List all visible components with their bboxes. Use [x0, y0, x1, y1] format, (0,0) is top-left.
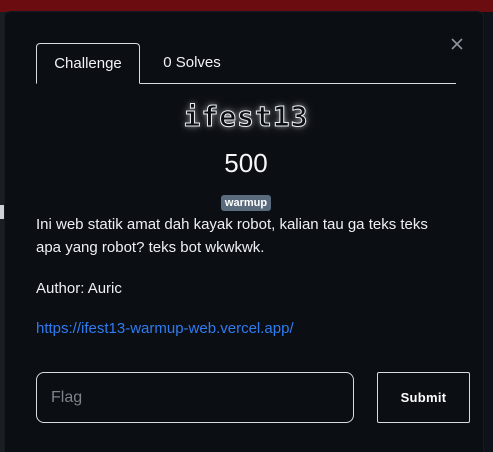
description-line: Ini web statik amat dah kayak robot, kal… [36, 216, 428, 233]
tag-container: warmup [36, 193, 456, 211]
description-line: apa yang robot? teks bot wkwkwk. [36, 239, 265, 256]
challenge-name: ifest13 [183, 100, 309, 134]
tab-solves[interactable]: 0 Solves [140, 43, 244, 82]
page: Challenge 0 Solves ifest13 500 warmup In… [0, 0, 493, 452]
challenge-description: Ini web statik amat dah kayak robot, kal… [36, 213, 456, 259]
background-top-strip [0, 0, 493, 12]
tab-bar: Challenge 0 Solves [36, 43, 456, 84]
challenge-author: Author: Auric [36, 280, 122, 297]
challenge-points: 500 [224, 148, 268, 178]
submit-button[interactable]: Submit [377, 372, 470, 423]
challenge-tag-badge: warmup [220, 195, 272, 211]
tab-challenge[interactable]: Challenge [36, 43, 140, 84]
flag-input[interactable] [36, 372, 354, 423]
challenge-link[interactable]: https://ifest13-warmup-web.vercel.app/ [36, 320, 294, 337]
